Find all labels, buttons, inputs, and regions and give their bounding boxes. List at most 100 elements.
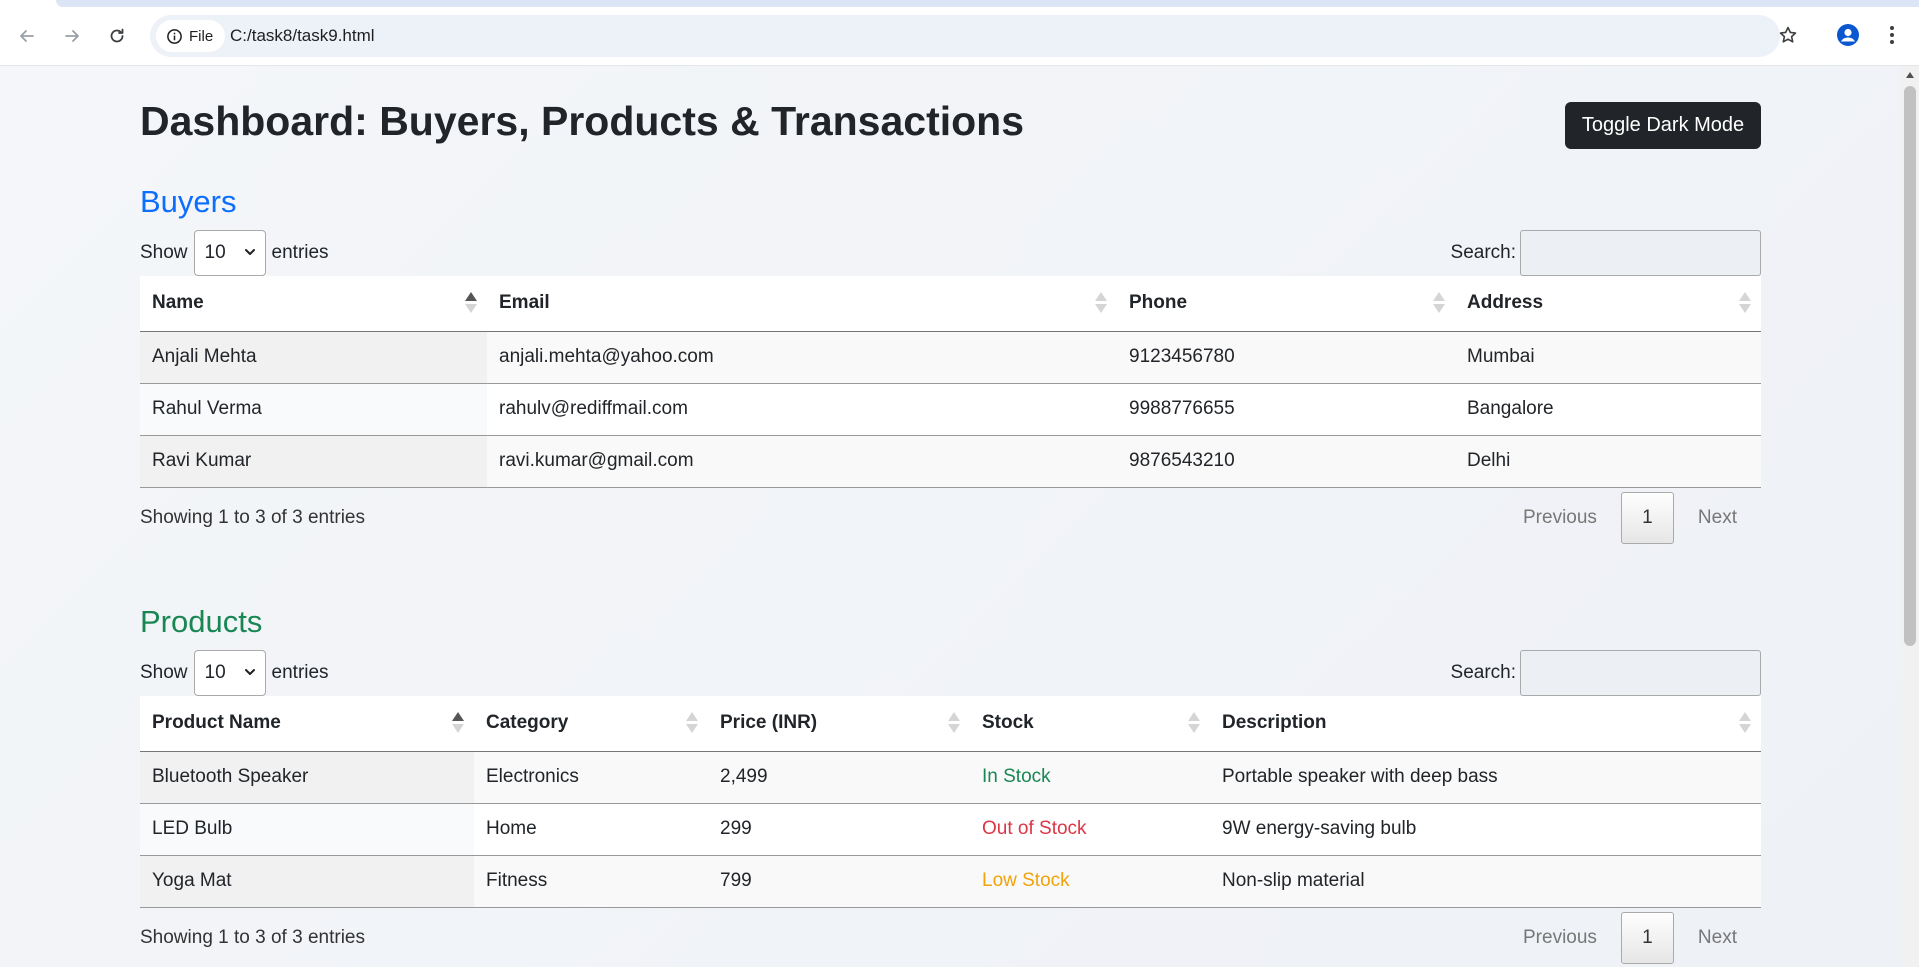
buyer-email: rahulv@rediffmail.com [487,383,1117,436]
entries-select-value: 10 [204,662,226,683]
products-entries-select[interactable]: 10 [193,650,266,696]
product-name: LED Bulb [140,803,474,856]
column-header-stock[interactable]: Stock [970,696,1210,752]
browser-menu-button[interactable] [1874,17,1910,53]
page-viewport: Dashboard: Buyers, Products & Transactio… [0,66,1901,967]
buyers-pagination: Previous 1 Next [1499,492,1761,544]
sort-icon [1739,292,1751,314]
previous-page-button[interactable]: Previous [1499,507,1621,529]
table-row: Ravi Kumar ravi.kumar@gmail.com 98765432… [140,435,1761,488]
page-scrollbar[interactable] [1901,66,1919,967]
table-row: LED Bulb Home 299 Out of Stock 9W energy… [140,803,1761,856]
back-button[interactable] [9,18,45,54]
star-icon [1779,26,1797,43]
arrow-right-icon [65,30,79,42]
reload-button[interactable] [99,18,135,54]
buyers-table-info: Showing 1 to 3 of 3 entries [140,507,365,528]
next-page-button[interactable]: Next [1674,507,1761,529]
buyers-heading: Buyers [140,184,237,219]
sort-icon [1433,292,1445,314]
buyers-length-control: Show 10 entries [140,230,329,276]
tab-strip [0,0,1919,7]
buyers-entries-select[interactable]: 10 [193,230,266,276]
sort-icon [1188,712,1200,734]
sort-icon [1739,712,1751,734]
product-price: 2,499 [708,751,970,804]
product-description: 9W energy-saving bulb [1210,803,1761,856]
column-header-email[interactable]: Email [487,276,1117,332]
buyer-address: Bangalore [1455,383,1761,436]
chevron-down-icon [244,249,255,255]
product-category: Home [474,803,708,856]
address-bar[interactable]: File C:/task8/task9.html [150,15,1780,57]
table-row: Anjali Mehta anjali.mehta@yahoo.com 9123… [140,331,1761,384]
show-label: Show [140,662,188,683]
column-header-phone[interactable]: Phone [1117,276,1455,332]
column-header-category[interactable]: Category [474,696,708,752]
products-table-info: Showing 1 to 3 of 3 entries [140,927,365,948]
arrow-left-icon [20,30,34,42]
buyers-search-input[interactable] [1520,230,1761,276]
sort-icon [686,712,698,734]
show-label: Show [140,242,188,263]
stock-status: Out of Stock [970,803,1210,856]
column-header-description[interactable]: Description [1210,696,1761,752]
site-info-chip[interactable]: File [156,20,226,52]
search-label: Search: [1450,662,1516,683]
buyer-name: Anjali Mehta [140,331,487,384]
products-header-row: Product Name Category Price (INR) Stock … [140,696,1761,752]
avatar-icon [1837,24,1859,46]
products-heading: Products [140,604,263,639]
previous-page-button[interactable]: Previous [1499,927,1621,949]
buyer-phone: 9876543210 [1117,435,1455,488]
info-icon [167,28,182,44]
page-title: Dashboard: Buyers, Products & Transactio… [140,98,1025,144]
buyers-table-controls: Show 10 entries Search: [140,230,1761,276]
product-category: Fitness [474,855,708,908]
buyer-name: Ravi Kumar [140,435,487,488]
product-description: Portable speaker with deep bass [1210,751,1761,804]
forward-button[interactable] [54,18,90,54]
buyer-email: ravi.kumar@gmail.com [487,435,1117,488]
products-table: Product Name Category Price (INR) Stock … [140,696,1761,908]
url-text: C:/task8/task9.html [230,26,375,45]
kebab-menu-icon [1890,26,1894,44]
entries-label: entries [271,242,329,263]
stock-status: In Stock [970,751,1210,804]
scroll-up-arrow-icon[interactable] [1906,72,1914,78]
product-name: Bluetooth Speaker [140,751,474,804]
entries-label: entries [271,662,329,683]
reload-icon [110,28,124,43]
buyer-address: Delhi [1455,435,1761,488]
sort-icon [1095,292,1107,314]
entries-select-value: 10 [204,242,226,263]
toggle-dark-mode-button[interactable]: Toggle Dark Mode [1565,102,1761,149]
buyer-phone: 9123456780 [1117,331,1455,384]
product-description: Non-slip material [1210,855,1761,908]
product-name: Yoga Mat [140,855,474,908]
page-1-button[interactable]: 1 [1620,492,1674,544]
buyer-name: Rahul Verma [140,383,487,436]
product-price: 799 [708,855,970,908]
next-page-button[interactable]: Next [1674,927,1761,949]
sort-asc-icon [452,712,464,734]
profile-button[interactable] [1830,17,1866,53]
buyers-header-row: Name Email Phone Address [140,276,1761,332]
bookmark-button[interactable] [1770,17,1806,53]
products-search-control: Search: [1451,650,1761,696]
column-header-price[interactable]: Price (INR) [708,696,970,752]
stock-status: Low Stock [970,855,1210,908]
product-price: 299 [708,803,970,856]
browser-toolbar: File C:/task8/task9.html [0,0,1919,66]
site-chip-label: File [189,27,214,45]
chevron-down-icon [244,669,255,675]
product-category: Electronics [474,751,708,804]
scrollbar-thumb[interactable] [1904,86,1916,646]
column-header-name[interactable]: Name [140,276,487,332]
column-header-product-name[interactable]: Product Name [140,696,474,752]
products-search-input[interactable] [1520,650,1761,696]
table-row: Yoga Mat Fitness 799 Low Stock Non-slip … [140,855,1761,908]
page-1-button[interactable]: 1 [1620,912,1674,964]
column-header-address[interactable]: Address [1455,276,1761,332]
sort-icon [948,712,960,734]
